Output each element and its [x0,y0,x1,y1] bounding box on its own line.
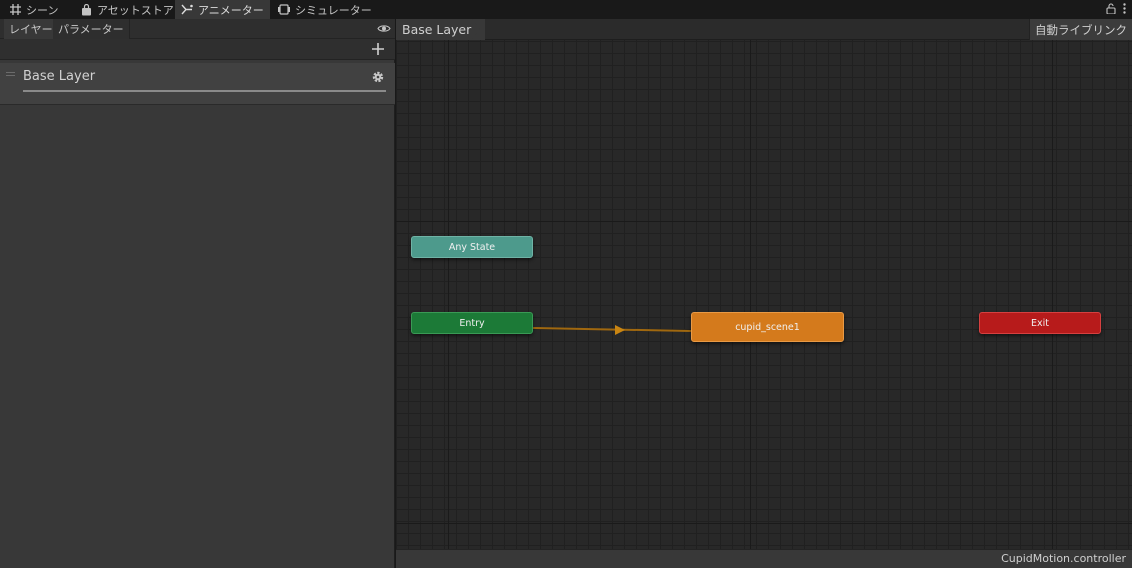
add-layer-button[interactable] [371,42,385,56]
tab-tools [1106,0,1126,19]
tab-label: シーン [26,3,59,17]
entry-node[interactable]: Entry [411,312,533,334]
tab-label: アセットストア [97,3,174,17]
state-node-cupid-scene1[interactable]: cupid_scene1 [691,312,844,342]
animator-graph[interactable] [396,19,1132,549]
layer-item[interactable]: Base Layer [0,63,395,105]
subtab-layers[interactable]: レイヤー [4,19,59,39]
tab-asset-store[interactable]: アセットストア [75,0,180,19]
tab-label: アニメーター [198,3,264,17]
tab-scene[interactable]: シーン [4,0,64,19]
layer-weight-bar [23,90,386,92]
add-layer-row [0,39,395,60]
gear-icon[interactable] [371,70,385,84]
lock-icon[interactable] [1106,2,1116,17]
shopping-bag-icon [81,3,92,16]
tab-label: シミュレーター [295,3,372,17]
breadcrumb-arrow [472,19,480,39]
layers-panel: レイヤー パラメーター Base Layer [0,19,395,568]
any-state-node[interactable]: Any State [411,236,533,258]
layer-name: Base Layer [23,69,96,84]
more-options-icon[interactable] [1123,2,1126,17]
window-tab-bar: シーン アセットストア アニメーター シミュレーター [0,0,1132,19]
status-bar: CupidMotion.controller [396,549,1132,568]
tab-animator[interactable]: アニメーター [175,0,270,19]
tab-simulator[interactable]: シミュレーター [272,0,378,19]
simulator-icon [278,4,290,15]
animator-icon [181,4,193,15]
breadcrumb: Base Layer 自動ライブリンク [396,19,1132,40]
exit-node[interactable]: Exit [979,312,1101,334]
eye-icon[interactable] [377,23,391,37]
controller-filename: CupidMotion.controller [1001,552,1126,565]
auto-live-link-button[interactable]: 自動ライブリンク [1029,19,1132,40]
plus-icon [372,43,384,55]
subtab-parameters[interactable]: パラメーター [53,19,130,39]
panel-subtabs: レイヤー パラメーター [0,19,395,39]
grid-icon [10,4,21,15]
drag-handle-icon[interactable] [6,72,15,76]
